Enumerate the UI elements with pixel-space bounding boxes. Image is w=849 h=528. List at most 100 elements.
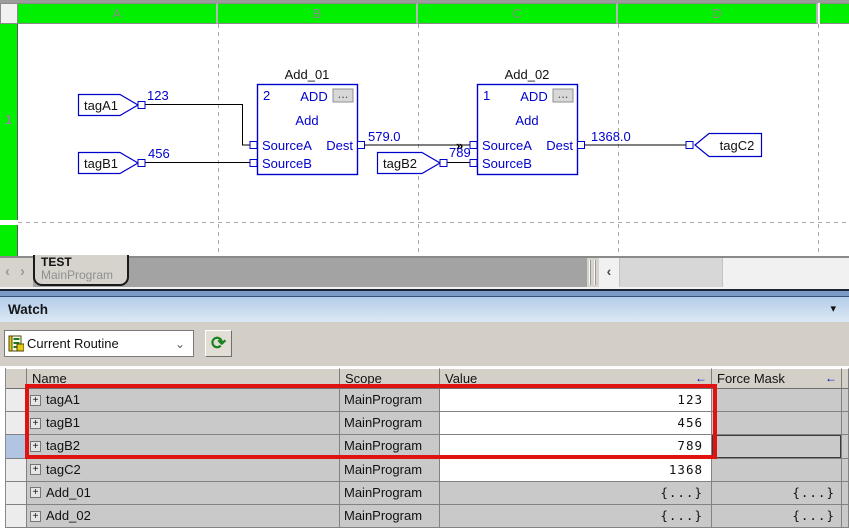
sheet-tab-routine: MainProgram	[41, 268, 114, 282]
block-title: Add_02	[505, 67, 550, 82]
expand-icon[interactable]: +	[30, 510, 41, 522]
tag-name: tagB1	[46, 415, 80, 431]
scope-cell: MainProgram	[340, 435, 440, 459]
pin-label-sourcea: SourceA	[262, 138, 312, 153]
value-cell[interactable]: 789	[440, 435, 712, 459]
block-title: Add_01	[285, 67, 330, 82]
output-pin[interactable]	[439, 159, 448, 167]
name-cell[interactable]: + tagC2	[27, 458, 340, 482]
refresh-button[interactable]: ⟳	[205, 330, 232, 357]
fbd-diagram: » tagA1 123 tagB1 456 tagB2 789 Add_01 2	[18, 24, 849, 256]
block-mnemonic: ADD	[520, 89, 547, 104]
input-pin-sourcea[interactable]	[249, 141, 258, 149]
sheet-next-button[interactable]: ›	[15, 258, 30, 285]
watch-scope-combobox[interactable]: Current Routine ⌄	[4, 330, 194, 357]
tag-label: tagB1	[84, 156, 118, 171]
block-operand: Add	[295, 113, 318, 128]
name-cell[interactable]: + Add_01	[27, 481, 340, 505]
chevron-down-icon[interactable]: ⌄	[175, 337, 185, 351]
output-pin[interactable]	[137, 159, 146, 167]
sliver-cell	[842, 481, 849, 505]
force-mask-cell[interactable]	[712, 412, 842, 436]
input-ref-tagb1[interactable]: tagB1 456	[77, 146, 170, 175]
output-pin-dest[interactable]	[357, 141, 365, 149]
scope-cell: MainProgram	[340, 389, 440, 413]
value-cell[interactable]: {...}	[440, 481, 712, 505]
expand-icon[interactable]: +	[30, 440, 41, 452]
column-header-name[interactable]: Name	[27, 368, 340, 389]
sliver-cell	[842, 458, 849, 482]
watch-panel-header[interactable]: Watch ▾	[0, 296, 849, 322]
row-selector[interactable]	[6, 412, 27, 436]
block-mnemonic: ADD	[300, 89, 327, 104]
name-cell[interactable]: + tagB2	[27, 435, 340, 459]
pin-label-dest: Dest	[326, 138, 353, 153]
row-selector-header	[6, 368, 27, 389]
sheet-prev-button[interactable]: ‹	[0, 258, 15, 285]
pane-splitter[interactable]	[587, 258, 599, 287]
scope-cell: MainProgram	[340, 412, 440, 436]
table-row: + tagA1 MainProgram 123	[0, 389, 849, 413]
name-cell[interactable]: + tagA1	[27, 389, 340, 413]
input-pin-sourcea[interactable]	[469, 141, 478, 149]
expand-icon[interactable]: +	[30, 417, 41, 429]
row-selector[interactable]	[6, 458, 27, 482]
watch-toolbar: Current Routine ⌄ ⟳	[0, 322, 849, 366]
force-mask-cell[interactable]	[712, 389, 842, 413]
fbd-block-add01[interactable]: Add_01 2 ADD ... Add SourceA Dest Source…	[249, 67, 365, 176]
value-cell[interactable]: 456	[440, 412, 712, 436]
scope-cell: MainProgram	[340, 458, 440, 482]
force-mask-header-label: Force Mask	[717, 371, 785, 386]
sliver-cell	[842, 389, 849, 413]
sheet-tab-strip: ‹ › TEST MainProgram ‹	[0, 255, 849, 287]
output-pin[interactable]	[137, 101, 146, 109]
scroll-left-button[interactable]: ‹	[599, 258, 619, 287]
input-pin-sourceb[interactable]	[249, 159, 258, 167]
row-selector[interactable]	[6, 389, 27, 413]
pin-label-sourceb: SourceB	[482, 156, 532, 171]
fbd-block-add02[interactable]: Add_02 1 ADD ... Add SourceA Dest Source…	[469, 67, 585, 176]
table-row: + Add_02 MainProgram {...} {...}	[0, 504, 849, 528]
watch-table: Name Scope Value ← Force Mask ← + tagA1 Mai…	[0, 366, 849, 528]
name-cell[interactable]: + tagB1	[27, 412, 340, 436]
input-ref-tagb2[interactable]: tagB2 789	[376, 145, 471, 175]
input-ref-taga1[interactable]: tagA1 123	[77, 88, 169, 117]
input-pin[interactable]	[685, 141, 694, 149]
force-mask-cell[interactable]: {...}	[712, 504, 842, 528]
sheet-tab-test[interactable]: TEST MainProgram	[33, 255, 129, 286]
value-cell[interactable]: 123	[440, 389, 712, 413]
value-cell[interactable]: {...}	[440, 504, 712, 528]
force-mask-cell-focused[interactable]	[712, 435, 842, 459]
pin-label-sourcea: SourceA	[482, 138, 532, 153]
table-row: + tagB2 MainProgram 789	[0, 435, 849, 459]
ellipsis-icon: ...	[338, 86, 349, 101]
horizontal-scrollbar[interactable]: ‹	[599, 258, 849, 287]
expand-icon[interactable]: +	[30, 394, 41, 406]
force-mask-cell[interactable]	[712, 458, 842, 482]
row-selector[interactable]	[6, 504, 27, 528]
row-selector-current[interactable]	[6, 435, 27, 459]
tag-label: tagA1	[84, 98, 118, 113]
row-selector[interactable]	[6, 481, 27, 505]
name-cell[interactable]: + Add_02	[27, 504, 340, 528]
column-header-value[interactable]: Value ←	[440, 368, 712, 389]
tag-label: tagC2	[720, 138, 755, 153]
tag-name: Add_02	[46, 508, 91, 524]
column-header-scope[interactable]: Scope	[340, 368, 440, 389]
output-ref-tagc2[interactable]: tagC2	[685, 132, 763, 158]
output-pin-dest[interactable]	[577, 141, 585, 149]
ellipsis-icon: ...	[558, 86, 569, 101]
tag-name: Add_01	[46, 484, 91, 500]
routine-icon	[8, 335, 24, 352]
force-mask-cell[interactable]: {...}	[712, 481, 842, 505]
value-cell[interactable]: 1368	[440, 458, 712, 482]
wire-value-add01-dest: 579.0	[368, 129, 401, 144]
input-pin-sourceb[interactable]	[469, 159, 478, 167]
pin-label-dest: Dest	[546, 138, 573, 153]
sheet-nav: ‹ ›	[0, 258, 33, 287]
column-header-force-mask[interactable]: Force Mask ←	[712, 368, 842, 389]
expand-icon[interactable]: +	[30, 487, 41, 499]
expand-icon[interactable]: +	[30, 464, 41, 476]
scrollbar-thumb[interactable]	[619, 258, 723, 287]
panel-dropdown-icon[interactable]: ▾	[830, 297, 836, 322]
